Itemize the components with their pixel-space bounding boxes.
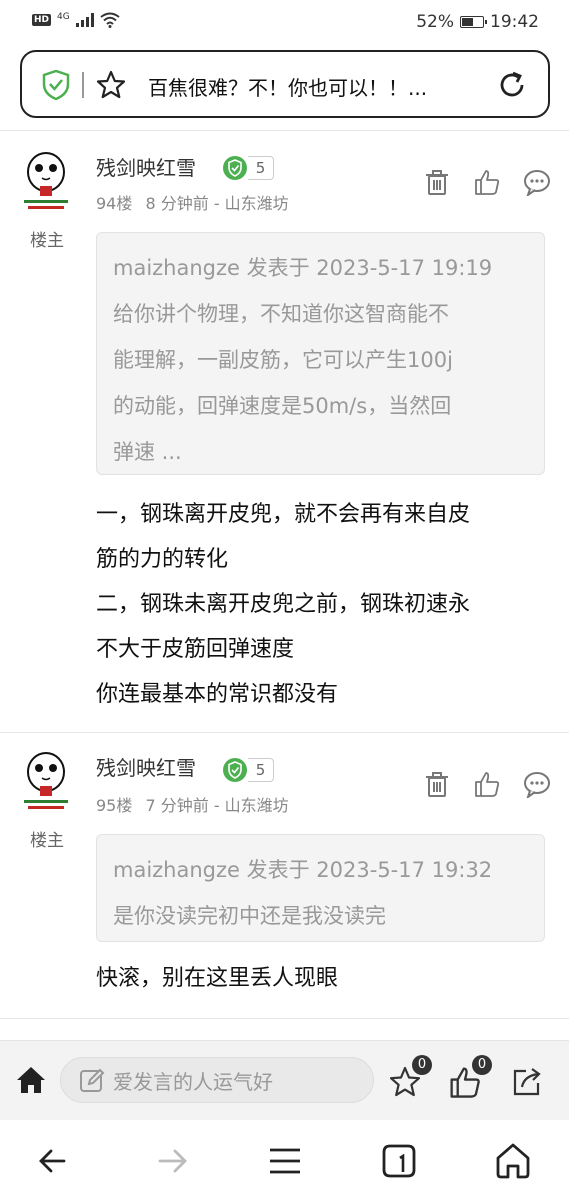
forward-arrow-icon[interactable] bbox=[152, 1140, 194, 1182]
body-line: 二，钢珠未离开皮兜之前，钢珠初速永 bbox=[96, 592, 471, 617]
signal-label: 4G bbox=[57, 12, 70, 22]
op-badge: 楼主 bbox=[30, 831, 64, 851]
reply-post: 楼主 残剑映红雪 5 95楼 7 分钟前 - 山东潍坊 maizhangze 发… bbox=[0, 740, 569, 1020]
quote-line: maizhangze 发表于 2023-5-17 19:19 bbox=[113, 256, 493, 280]
like-count: 0 bbox=[472, 1055, 492, 1075]
post-body: 快滚，别在这里丢人现眼 bbox=[96, 956, 546, 1001]
verified-shield-icon bbox=[223, 758, 247, 782]
body-line: 你连最基本的常识都没有 bbox=[96, 682, 339, 707]
quote-line: maizhangze 发表于 2023-5-17 19:32 bbox=[113, 858, 493, 882]
battery-percent: 52% bbox=[416, 12, 454, 32]
reply-post: 楼主 残剑映红雪 5 94楼 8 分钟前 - 山东潍坊 maizhangze 发… bbox=[0, 140, 569, 735]
avatar[interactable] bbox=[20, 750, 72, 812]
op-badge: 楼主 bbox=[30, 231, 64, 251]
hd-icon: HD bbox=[32, 14, 52, 26]
battery-icon bbox=[460, 16, 487, 28]
level-badge: 5 bbox=[222, 155, 276, 181]
username[interactable]: 残剑映红雪 bbox=[96, 752, 196, 781]
menu-icon[interactable] bbox=[264, 1140, 306, 1182]
quoted-reply[interactable]: maizhangze 发表于 2023-5-17 19:32 是你没读完初中还是… bbox=[96, 834, 545, 942]
bookmark-star-icon[interactable] bbox=[96, 70, 126, 100]
address-bar[interactable]: 百焦很难？不！你也可以！！... bbox=[20, 50, 550, 118]
post-body: 一，钢珠离开皮兜，就不会再有来自皮 筋的力的转化 二，钢珠未离开皮兜之前，钢珠初… bbox=[96, 492, 546, 717]
divider bbox=[0, 130, 569, 131]
signal-icon bbox=[75, 13, 94, 27]
security-shield-icon[interactable] bbox=[42, 70, 70, 100]
reply-comment-icon[interactable] bbox=[523, 168, 551, 196]
delete-icon[interactable] bbox=[423, 770, 451, 798]
divider bbox=[0, 1018, 569, 1019]
address-separator bbox=[82, 72, 84, 98]
status-bar: HD 4G 52% 19:42 bbox=[0, 0, 569, 44]
body-line: 一，钢珠离开皮兜，就不会再有来自皮 bbox=[96, 502, 471, 527]
favorite-button[interactable]: 0 bbox=[388, 1055, 432, 1099]
delete-icon[interactable] bbox=[423, 168, 451, 196]
edit-pencil-icon bbox=[80, 1068, 105, 1092]
quote-line: 的动能，回弹速度是50m/s，当然回 bbox=[113, 394, 452, 418]
quoted-reply[interactable]: maizhangze 发表于 2023-5-17 19:19 给你讲个物理，不知… bbox=[96, 232, 545, 475]
page-title[interactable]: 百焦很难？不！你也可以！！... bbox=[148, 72, 488, 101]
quote-line: 能理解，一副皮筋，它可以产生100j bbox=[113, 348, 453, 372]
share-icon[interactable] bbox=[510, 1065, 544, 1099]
favorite-count: 0 bbox=[412, 1055, 432, 1075]
verified-shield-icon bbox=[223, 156, 247, 180]
quote-line: 给你讲个物理，不知道你这智商能不 bbox=[113, 302, 449, 326]
body-line: 筋的力的转化 bbox=[96, 547, 229, 572]
level-number: 5 bbox=[248, 156, 274, 180]
avatar[interactable] bbox=[20, 150, 72, 212]
reload-icon[interactable] bbox=[496, 69, 528, 101]
thumbs-up-icon[interactable] bbox=[473, 168, 501, 196]
floor-number: 94楼 bbox=[96, 194, 133, 213]
home-icon[interactable] bbox=[14, 1063, 48, 1097]
like-button[interactable]: 0 bbox=[448, 1055, 492, 1099]
comment-placeholder: 爱发言的人运气好 bbox=[113, 1069, 273, 1094]
thumbs-up-icon[interactable] bbox=[473, 770, 501, 798]
body-line: 不大于皮筋回弹速度 bbox=[96, 637, 295, 662]
back-arrow-icon[interactable] bbox=[34, 1140, 76, 1182]
post-time: 7 分钟前 - 山东潍坊 bbox=[145, 796, 289, 815]
reply-comment-icon[interactable] bbox=[523, 770, 551, 798]
divider bbox=[0, 732, 569, 733]
username[interactable]: 残剑映红雪 bbox=[96, 152, 196, 181]
comment-toolbar: 爱发言的人运气好 0 0 bbox=[0, 1040, 569, 1120]
browser-nav-bar bbox=[0, 1120, 569, 1200]
tabs-icon[interactable] bbox=[378, 1140, 420, 1182]
wifi-icon bbox=[100, 12, 120, 28]
quote-line: 弹速 ... bbox=[113, 440, 182, 464]
level-badge: 5 bbox=[222, 757, 276, 783]
comment-input[interactable]: 爱发言的人运气好 bbox=[60, 1057, 374, 1103]
floor-number: 95楼 bbox=[96, 796, 133, 815]
post-time: 8 分钟前 - 山东潍坊 bbox=[145, 194, 289, 213]
clock: 19:42 bbox=[490, 12, 539, 32]
level-number: 5 bbox=[248, 758, 274, 782]
home-nav-icon[interactable] bbox=[492, 1140, 534, 1182]
body-line: 快滚，别在这里丢人现眼 bbox=[96, 966, 339, 991]
quote-line: 是你没读完初中还是我没读完 bbox=[113, 904, 386, 928]
